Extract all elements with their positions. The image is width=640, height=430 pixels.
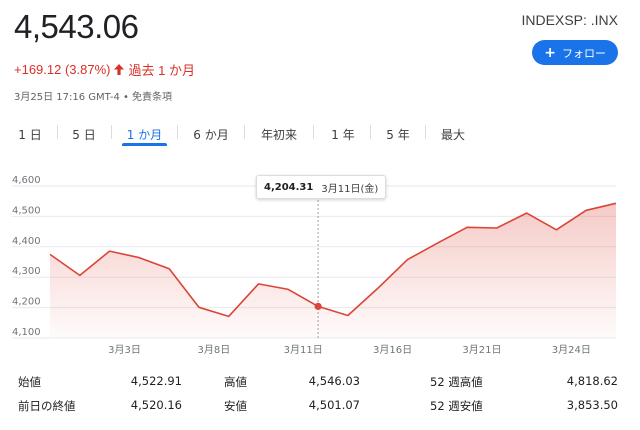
stat-label-prev-close: 前日の終値 (18, 399, 76, 413)
tab-divider (370, 125, 371, 139)
stat-label-52w-low: 52 週安値 (430, 399, 483, 413)
data-point (405, 258, 409, 262)
tab-max[interactable]: 最大 (435, 116, 471, 150)
timestamp-disclaimer[interactable]: 3月25日 17:16 GMT-4 • 免責条項 (14, 88, 172, 103)
stat-label-low: 安値 (224, 399, 247, 413)
data-point (465, 225, 469, 229)
tab-divider (111, 125, 112, 139)
stat-value-low: 4,501.07 (308, 398, 360, 412)
tab-divider (244, 125, 245, 139)
tab-divider (313, 125, 314, 139)
stat-label-52w-high: 52 週高値 (430, 375, 483, 389)
stat-label-open: 始値 (18, 375, 41, 389)
stat-value-52w-low: 3,853.50 (566, 398, 618, 412)
data-point (197, 305, 201, 309)
data-point (525, 211, 529, 215)
y-tick-label: 4,200 (12, 297, 41, 308)
data-point (286, 287, 290, 291)
y-tick-label: 4,100 (12, 327, 41, 338)
change-period: 過去 1 か月 (128, 63, 195, 78)
data-point (376, 286, 380, 290)
tab-divider (425, 125, 426, 139)
tab-divider (57, 125, 58, 139)
y-tick-label: 4,600 (12, 175, 41, 186)
plus-icon: + (544, 44, 556, 61)
data-point (137, 256, 141, 260)
change-value: +169.12 (3.87%) (14, 62, 111, 77)
data-point (584, 208, 588, 212)
stat-value-prev-close: 4,520.16 (130, 398, 182, 412)
data-point (167, 267, 171, 271)
y-tick-label: 4,400 (12, 236, 41, 247)
data-point (614, 201, 618, 205)
tab-1m[interactable]: 1 か月 (122, 116, 167, 150)
data-point (108, 249, 112, 253)
tab-5y[interactable]: 5 年 (380, 116, 416, 150)
tab-1d[interactable]: 1 日 (12, 116, 48, 150)
y-tick-label: 4,300 (12, 266, 41, 277)
chart-tooltip: 4,204.31 3月11日(金) (256, 175, 387, 199)
tab-ytd[interactable]: 年初来 (256, 116, 302, 150)
data-point (257, 282, 261, 286)
y-tick-label: 4,500 (12, 205, 41, 216)
follow-button[interactable]: + フォロー (532, 40, 618, 65)
x-tick-label: 3月21日 (462, 344, 501, 356)
data-point (78, 273, 82, 277)
stat-value-open: 4,522.91 (130, 374, 182, 388)
x-tick-label: 3月3日 (108, 344, 141, 356)
x-tick-label: 3月11日 (284, 344, 323, 356)
range-tabs: 1 日 5 日 1 か月 6 か月 年初来 1 年 5 年 最大 (0, 116, 640, 150)
price-area (50, 203, 616, 338)
stat-value-high: 4,546.03 (308, 374, 360, 388)
data-point (495, 226, 499, 230)
hover-point (314, 302, 322, 310)
arrow-up-icon (114, 64, 125, 75)
follow-label: フォロー (562, 46, 606, 60)
tooltip-value: 4,204.31 (264, 181, 314, 193)
data-point (227, 314, 231, 318)
tooltip-date: 3月11日(金) (321, 183, 379, 195)
x-tick-label: 3月24日 (552, 344, 591, 356)
ticker-symbol: INDEXSP: .INX (521, 12, 618, 28)
data-point (346, 314, 350, 318)
data-point (554, 228, 558, 232)
tab-6m[interactable]: 6 か月 (188, 116, 234, 150)
x-tick-label: 3月16日 (373, 344, 412, 356)
x-tick-label: 3月8日 (197, 344, 230, 356)
tab-1y[interactable]: 1 年 (325, 116, 361, 150)
stat-label-high: 高値 (224, 375, 247, 389)
tab-5d[interactable]: 5 日 (66, 116, 102, 150)
data-point (435, 241, 439, 245)
current-price: 4,543.06 (14, 8, 139, 45)
price-change: +169.12 (3.87%) 過去 1 か月 (14, 60, 195, 79)
stat-value-52w-high: 4,818.62 (566, 374, 618, 388)
tab-divider (177, 125, 178, 139)
data-point (48, 252, 52, 256)
